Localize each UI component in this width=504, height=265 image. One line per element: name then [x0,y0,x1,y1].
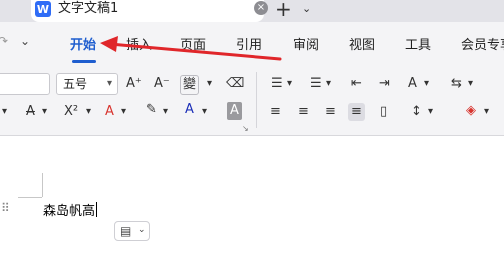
redo-icon[interactable]: ↷ [0,34,8,48]
highlight-chevron-icon[interactable]: ▾ [163,103,168,121]
text-effect-icon[interactable]: A [105,103,114,121]
distributed-align-icon[interactable]: ▯ [380,103,387,121]
tab-member[interactable]: 会员专享 [461,34,504,53]
grow-font-icon[interactable]: A⁺ [126,75,142,93]
superscript-icon[interactable]: X² [64,103,78,121]
menu-bar: ↷ ⌄ 开始 插入 页面 引用 审阅 视图 工具 会员专享 [0,22,504,64]
font-color-chevron-icon[interactable]: ▾ [202,103,207,121]
numbering-chevron-icon[interactable]: ▾ [326,75,331,93]
paste-options-button[interactable]: ▤ ⌄ [114,221,150,241]
align-justify-icon[interactable]: ≡ [348,103,365,121]
shrink-font-icon[interactable]: A⁻ [154,75,170,93]
text-direction-chevron-icon[interactable]: ▾ [424,75,429,93]
new-tab-plus-icon[interactable]: + [275,0,292,21]
superscript-chevron-icon[interactable]: ▾ [86,103,91,121]
ribbon-toolbar: 五号 ▾ A⁺ A⁻ 變 ▾ ⌫ ☰ ▾ ☰ ▾ ⇤ ⇥ A ▾ ⇆ ▾ ▾ A… [0,64,504,186]
document-tab[interactable]: W 文字文稿1 × [31,0,268,22]
underline-chevron-icon[interactable]: ▾ [2,103,7,121]
text-effect-chevron-icon[interactable]: ▾ [121,103,126,121]
font-dialog-launcher-icon[interactable]: ↘ [242,124,249,133]
text-caret [96,202,98,217]
paragraph-drag-handle-icon[interactable]: ⠿ [1,201,10,215]
text-direction-icon[interactable]: A [408,75,417,93]
tab-review[interactable]: 审阅 [293,34,319,53]
highlight-icon[interactable]: ✎ [146,101,157,119]
char-shading-icon[interactable]: A [227,102,242,120]
line-tool-icon[interactable]: ⇆ [451,75,462,93]
ribbon-group-divider [256,72,257,128]
close-tab-icon[interactable]: × [254,1,268,15]
word-doc-icon: W [35,1,51,17]
clear-format-icon[interactable]: ⌫ [226,75,244,93]
phonetic-guide-icon[interactable]: 變 [180,75,200,95]
dropdown-chevron-icon: ▾ [106,78,112,89]
align-center-icon[interactable]: ≡ [298,103,309,121]
tab-page[interactable]: 页面 [180,34,206,53]
increase-indent-icon[interactable]: ⇥ [379,75,390,93]
font-size-select[interactable]: 五号 ▾ [56,73,118,95]
tab-references[interactable]: 引用 [236,34,262,53]
eraser-chevron-icon[interactable]: ▾ [484,103,489,121]
tab-insert[interactable]: 插入 [126,34,152,53]
title-tab-bar: W 文字文稿1 × + ⌄ [0,0,504,22]
clipboard-icon: ▤ [120,224,132,238]
tab-home[interactable]: 开始 [70,34,96,53]
bullets-chevron-icon[interactable]: ▾ [287,75,292,93]
tab-tools[interactable]: 工具 [405,34,431,53]
margin-guide-horizontal [18,197,42,198]
align-right-icon[interactable]: ≡ [325,103,336,121]
phonetic-chevron-icon[interactable]: ▾ [207,75,212,93]
strikethrough-chevron-icon[interactable]: ▾ [42,103,47,121]
document-text-content: 森岛帆高 [43,204,96,219]
document-tab-title: 文字文稿1 [58,1,119,16]
line-spacing-icon[interactable]: ↕ [411,103,422,121]
quick-access-chevron-icon[interactable]: ⌄ [20,34,30,48]
decrease-indent-icon[interactable]: ⇤ [351,75,362,93]
line-spacing-chevron-icon[interactable]: ▾ [428,103,433,121]
margin-guide-vertical [42,173,43,197]
bullets-icon[interactable]: ☰ [271,75,283,93]
strikethrough-icon[interactable]: A [26,103,35,121]
document-text[interactable]: 森岛帆高 [43,200,98,219]
eraser-icon[interactable]: ◈ [466,102,476,120]
line-tool-chevron-icon[interactable]: ▾ [468,75,473,93]
align-left-icon[interactable]: ≡ [270,103,281,121]
font-color-icon[interactable]: A [185,101,194,119]
paste-options-chevron-icon: ⌄ [138,225,146,235]
numbering-icon[interactable]: ☰ [310,75,322,93]
tab-view[interactable]: 视图 [349,34,375,53]
new-tab-chevron-icon[interactable]: ⌄ [302,2,311,15]
font-name-select[interactable] [0,73,50,95]
active-tab-indicator [72,60,96,63]
font-size-value: 五号 [63,77,88,91]
